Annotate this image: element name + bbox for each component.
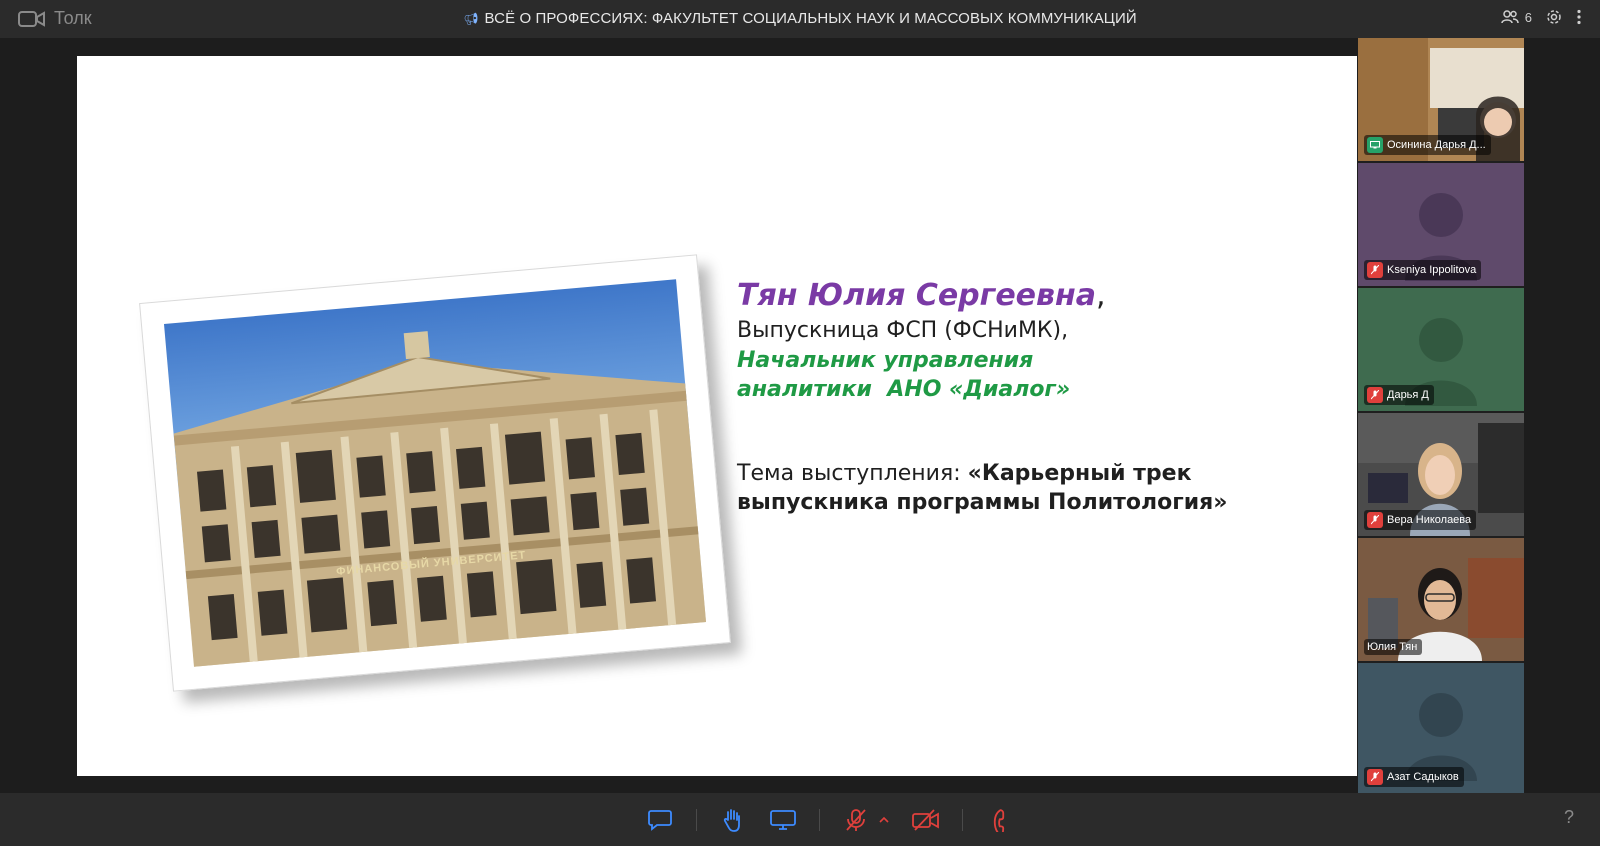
- participant-name: Дарья Д: [1387, 389, 1429, 401]
- top-bar: Толк 📢︎ ВСЁ О ПРОФЕССИЯХ: ФАКУЛЬТЕТ СОЦИА…: [0, 0, 1600, 38]
- mic-off-icon: [1367, 387, 1383, 403]
- hang-up-icon: [993, 809, 1005, 832]
- participant-tiles: Осинина Дарья Д... Kseniya Ippolitova Да…: [1358, 38, 1524, 793]
- raise-hand-icon: [723, 809, 740, 832]
- speaker-name: Тян Юлия Сергеевна,: [737, 278, 1106, 313]
- meeting-title: 📢︎ ВСЁ О ПРОФЕССИЯХ: ФАКУЛЬТЕТ СОЦИАЛЬНЫХ…: [0, 10, 1600, 27]
- bottom-control-bar: ?: [0, 793, 1600, 846]
- participants-button[interactable]: 6: [1501, 10, 1532, 25]
- participant-tile[interactable]: Дарья Д: [1358, 288, 1524, 411]
- talk-theme-line1: Тема выступления: «Карьерный трек: [737, 461, 1192, 486]
- camera-button[interactable]: [912, 806, 940, 834]
- speaker-role-line2: аналитики АНО «Диалог»: [737, 377, 1071, 402]
- raise-hand-button[interactable]: [719, 806, 747, 834]
- participant-name: Азат Садыков: [1387, 771, 1459, 783]
- participant-label: Kseniya Ippolitova: [1364, 260, 1482, 280]
- speaker-role-line1: Начальник управления: [737, 348, 1034, 373]
- call-controls: [646, 806, 1013, 834]
- settings-icon[interactable]: [1546, 9, 1562, 25]
- participant-label: Азат Садыков: [1364, 767, 1464, 787]
- participant-tile[interactable]: Kseniya Ippolitova: [1358, 163, 1524, 286]
- screen-share-button[interactable]: [769, 806, 797, 834]
- right-padding: [1524, 38, 1600, 793]
- participants-count: 6: [1524, 9, 1532, 25]
- participant-tile[interactable]: Вера Николаева: [1358, 413, 1524, 536]
- participant-tile[interactable]: Азат Садыков: [1358, 663, 1524, 793]
- screen-share-icon: [770, 810, 796, 830]
- people-icon: [1501, 10, 1519, 24]
- chat-icon: [648, 810, 672, 831]
- chevron-up-icon: [879, 816, 889, 823]
- camera-off-icon: [912, 809, 939, 831]
- microphone-button[interactable]: [842, 806, 870, 834]
- participant-name: Юлия Тян: [1367, 641, 1418, 653]
- chat-button[interactable]: [646, 806, 674, 834]
- slide-photo-frame: ФИНАНСОВЫЙ УНИВЕРСИТЕТ: [139, 254, 731, 692]
- top-right-controls: 6: [1501, 9, 1582, 25]
- megaphone-icon: 📢︎: [463, 12, 479, 26]
- mic-off-icon: [1367, 512, 1383, 528]
- help-button[interactable]: ?: [1564, 807, 1574, 828]
- speaker-subtitle: Выпускница ФСП (ФСНиМК),: [737, 318, 1069, 343]
- participant-label: Вера Николаева: [1364, 510, 1477, 530]
- talk-theme-label: Тема выступления:: [737, 461, 968, 486]
- speaker-name-text: Тян Юлия Сергеевна: [737, 278, 1096, 313]
- screen-share-icon: [1367, 137, 1383, 153]
- mic-off-icon: [846, 809, 866, 831]
- mic-off-icon: [1367, 769, 1383, 785]
- participant-name: Вера Николаева: [1387, 514, 1472, 526]
- speaker-name-suffix: ,: [1095, 278, 1106, 313]
- hang-up-button[interactable]: [985, 806, 1013, 834]
- university-building-photo: ФИНАНСОВЫЙ УНИВЕРСИТЕТ: [163, 279, 707, 667]
- participant-label: Осинина Дарья Д...: [1364, 135, 1491, 155]
- participant-label: Юлия Тян: [1364, 639, 1423, 655]
- more-vert-icon[interactable]: [1576, 9, 1582, 25]
- talk-theme-title-part1: «Карьерный трек: [967, 461, 1192, 486]
- participant-tile[interactable]: Осинина Дарья Д...: [1358, 38, 1524, 161]
- presentation-stage: ФИНАНСОВЫЙ УНИВЕРСИТЕТ Тян Юлия Сергеевн…: [0, 38, 1358, 793]
- meeting-title-text: ВСЁ О ПРОФЕССИЯХ: ФАКУЛЬТЕТ СОЦИАЛЬНЫХ Н…: [484, 10, 1137, 27]
- participant-name: Kseniya Ippolitova: [1387, 264, 1477, 276]
- presentation-slide: ФИНАНСОВЫЙ УНИВЕРСИТЕТ Тян Юлия Сергеевн…: [77, 56, 1357, 776]
- talk-theme-line2: выпускника программы Политология»: [737, 490, 1228, 515]
- divider: [819, 809, 820, 831]
- mic-options-button[interactable]: [878, 806, 890, 834]
- mic-off-icon: [1367, 262, 1383, 278]
- participant-tile-active[interactable]: Юлия Тян: [1358, 538, 1524, 661]
- participant-label: Дарья Д: [1364, 385, 1434, 405]
- participant-name: Осинина Дарья Д...: [1387, 139, 1486, 151]
- divider: [696, 809, 697, 831]
- divider: [962, 809, 963, 831]
